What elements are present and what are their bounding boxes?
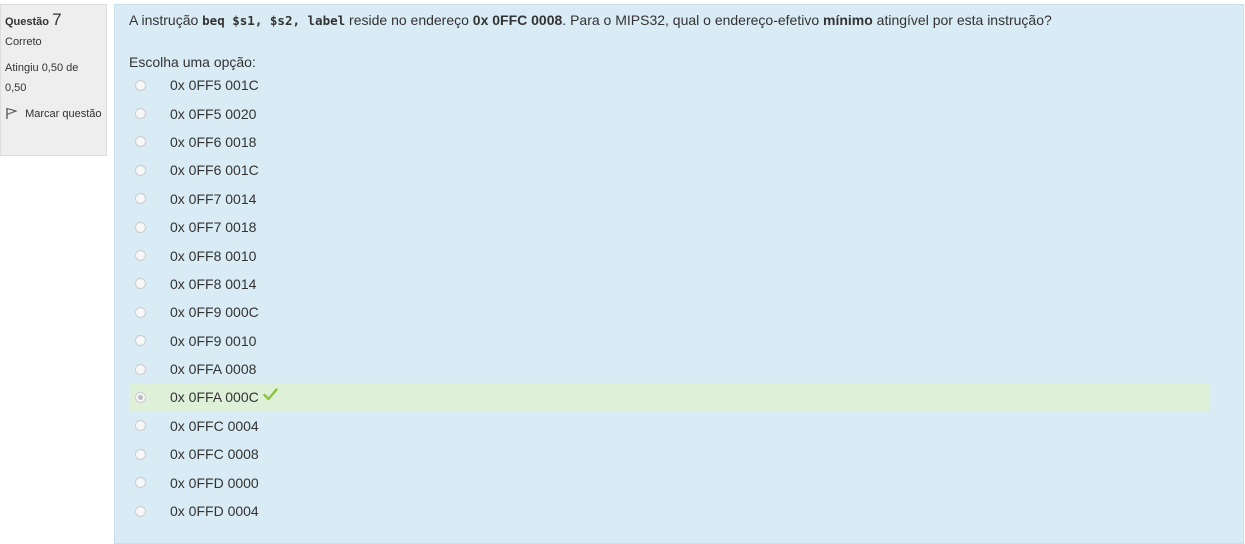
answer-option[interactable]: 0x 0FFC 0004 [129,412,1209,440]
answer-option[interactable]: 0x 0FFC 0008 [129,440,1209,468]
answer-list: 0x 0FF5 001C 0x 0FF5 0020 0x 0FF6 0018 0x 0… [129,71,1209,525]
answer-radio[interactable] [135,420,146,432]
answer-option[interactable]: 0x 0FF5 0020 [129,99,1209,127]
instruction-code: beq $s1, $s2, label [202,13,346,28]
question-text-part: . Para o MIPS32, qual o endereço-efetivo [562,12,824,28]
answer-label: 0x 0FF9 0010 [170,332,257,349]
answer-radio[interactable] [135,250,146,262]
question-number: Questão 7 [5,10,102,32]
question-grade: Atingiu 0,50 de 0,50 [5,62,79,94]
flag-question-link[interactable]: Marcar questão [5,104,102,124]
answer-option[interactable]: 0x 0FFA 000C [129,383,1209,412]
answer-label: 0x 0FF7 0018 [170,219,257,236]
answer-radio[interactable] [135,306,146,318]
answer-label: 0x 0FFD 0000 [170,474,259,491]
question-info-panel: Questão 7 Correto Atingiu 0,50 de 0,50 M… [0,4,107,156]
answer-label: 0x 0FF8 0014 [170,275,257,292]
answer-radio[interactable] [135,505,146,517]
answer-label: 0x 0FF5 001C [170,77,259,94]
emphasis-word: mínimo [823,12,873,28]
answer-option[interactable]: 0x 0FFD 0000 [129,468,1209,496]
question-label: Questão [5,16,50,28]
answer-option[interactable]: 0x 0FF9 000C [129,298,1209,326]
question-text-part: A instrução [129,12,203,28]
answer-option[interactable]: 0x 0FFA 0008 [129,355,1209,383]
answer-label: 0x 0FF6 001C [170,162,259,179]
answer-label: 0x 0FFC 0004 [170,417,259,434]
answer-radio[interactable] [135,108,146,120]
answer-option[interactable]: 0x 0FFD 0004 [129,497,1209,525]
answer-label: 0x 0FFA 0008 [170,361,257,378]
answer-radio[interactable] [135,335,146,347]
answer-option[interactable]: 0x 0FF8 0010 [129,241,1209,269]
answer-option[interactable]: 0x 0FF6 001C [129,156,1209,184]
question-text: A instrução beq $s1, $s2, label reside n… [129,10,1052,31]
answer-radio[interactable] [135,363,146,375]
answer-label: 0x 0FFD 0004 [170,503,259,520]
answer-radio[interactable] [135,136,146,148]
answer-option[interactable]: 0x 0FF7 0018 [129,213,1209,241]
answer-radio[interactable] [135,193,146,205]
question-number-value: 7 [52,10,62,29]
flag-icon [5,107,25,120]
choose-prompt: Escolha uma opção: [129,54,256,70]
question-content: A instrução beq $s1, $s2, label reside n… [114,4,1244,544]
answer-option[interactable]: 0x 0FF8 0014 [129,270,1209,298]
answer-radio[interactable] [135,221,146,233]
answer-label: 0x 0FF6 0018 [170,133,257,150]
question-text-part: reside no endereço [345,12,473,28]
answer-label: 0x 0FFC 0008 [170,446,259,463]
answer-radio[interactable] [135,278,146,290]
answer-radio[interactable] [135,448,146,460]
answer-label: 0x 0FF9 000C [170,304,259,321]
answer-radio[interactable] [135,391,146,403]
answer-label: 0x 0FF5 0020 [170,105,257,122]
answer-label: 0x 0FFA 000C [170,389,259,406]
answer-radio[interactable] [135,164,146,176]
flag-label: Marcar questão [25,108,102,120]
check-icon [263,388,278,406]
question-text-part: atingível por esta instrução? [872,12,1052,28]
instruction-address: 0x 0FFC 0008 [472,12,563,28]
answer-option[interactable]: 0x 0FF9 0010 [129,327,1209,355]
answer-label: 0x 0FF8 0010 [170,247,257,264]
answer-option[interactable]: 0x 0FF6 0018 [129,128,1209,156]
answer-label: 0x 0FF7 0014 [170,190,257,207]
answer-radio[interactable] [135,477,146,489]
question-state: Correto [5,36,42,48]
answer-option[interactable]: 0x 0FF5 001C [129,71,1209,99]
answer-option[interactable]: 0x 0FF7 0014 [129,185,1209,213]
answer-radio[interactable] [135,79,146,91]
